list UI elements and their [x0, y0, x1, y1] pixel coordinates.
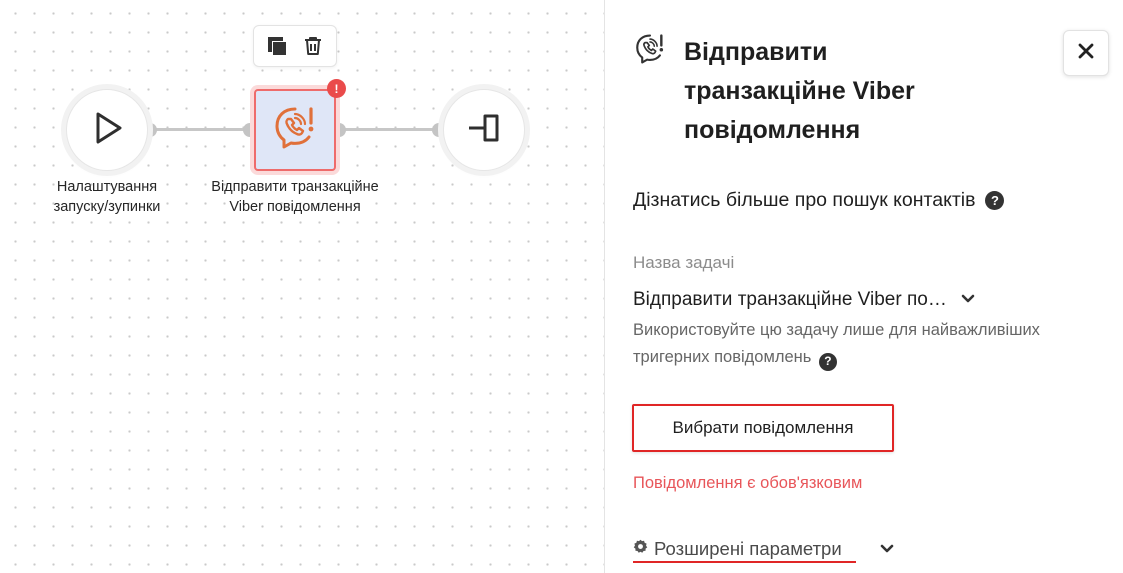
- viber-action-node[interactable]: [254, 89, 336, 171]
- help-icon[interactable]: ?: [818, 352, 837, 371]
- advanced-settings-toggle[interactable]: Розширені параметри: [633, 537, 856, 563]
- close-button[interactable]: [1063, 30, 1109, 76]
- panel-title: Відправити транзакційне Viber повідомлен…: [684, 38, 915, 144]
- viber-node-label: Відправити транзакційне Viber повідомлен…: [211, 179, 379, 215]
- start-node-label: Налаштування запуску/зупинки: [53, 179, 161, 215]
- exit-icon: [465, 109, 503, 152]
- task-name-select[interactable]: Відправити транзакційне Viber по…: [633, 285, 1033, 315]
- chevron-down-icon[interactable]: [880, 541, 894, 559]
- advanced-settings-label: Розширені параметри: [654, 538, 842, 559]
- viber-phone-alert-icon: [633, 32, 667, 66]
- help-icon[interactable]: ?: [985, 191, 1005, 210]
- learn-more-label: Дізнатись більше про пошук контактів: [633, 189, 976, 211]
- task-settings-panel: Відправити транзакційне Viber повідомлен…: [604, 0, 1123, 573]
- play-icon: [88, 109, 126, 152]
- task-name-value: Відправити транзакційне Viber по…: [633, 289, 947, 310]
- end-node[interactable]: [443, 89, 525, 171]
- error-badge: !: [327, 79, 346, 98]
- node-toolbar: [253, 25, 337, 67]
- trash-icon[interactable]: [300, 33, 326, 59]
- gear-icon: [633, 539, 648, 559]
- copy-icon[interactable]: [264, 33, 290, 59]
- chevron-down-icon: [961, 291, 975, 309]
- task-hint: Використовуйте цю задачу лише для найваж…: [633, 317, 1113, 371]
- learn-more-link[interactable]: Дізнатись більше про пошук контактів ?: [633, 189, 1005, 212]
- task-name-label: Назва задачі: [633, 253, 735, 272]
- error-message: Повідомлення є обов'язковим: [633, 474, 863, 492]
- choose-message-button[interactable]: Вибрати повідомлення: [632, 404, 894, 452]
- connector-line: [339, 128, 439, 131]
- workflow-canvas[interactable]: Налаштування запуску/зупинки ! Відправит…: [0, 0, 604, 573]
- connector-line: [150, 128, 250, 131]
- start-node[interactable]: [66, 89, 148, 171]
- viber-phone-alert-icon: [271, 104, 319, 157]
- close-icon: [1078, 43, 1094, 64]
